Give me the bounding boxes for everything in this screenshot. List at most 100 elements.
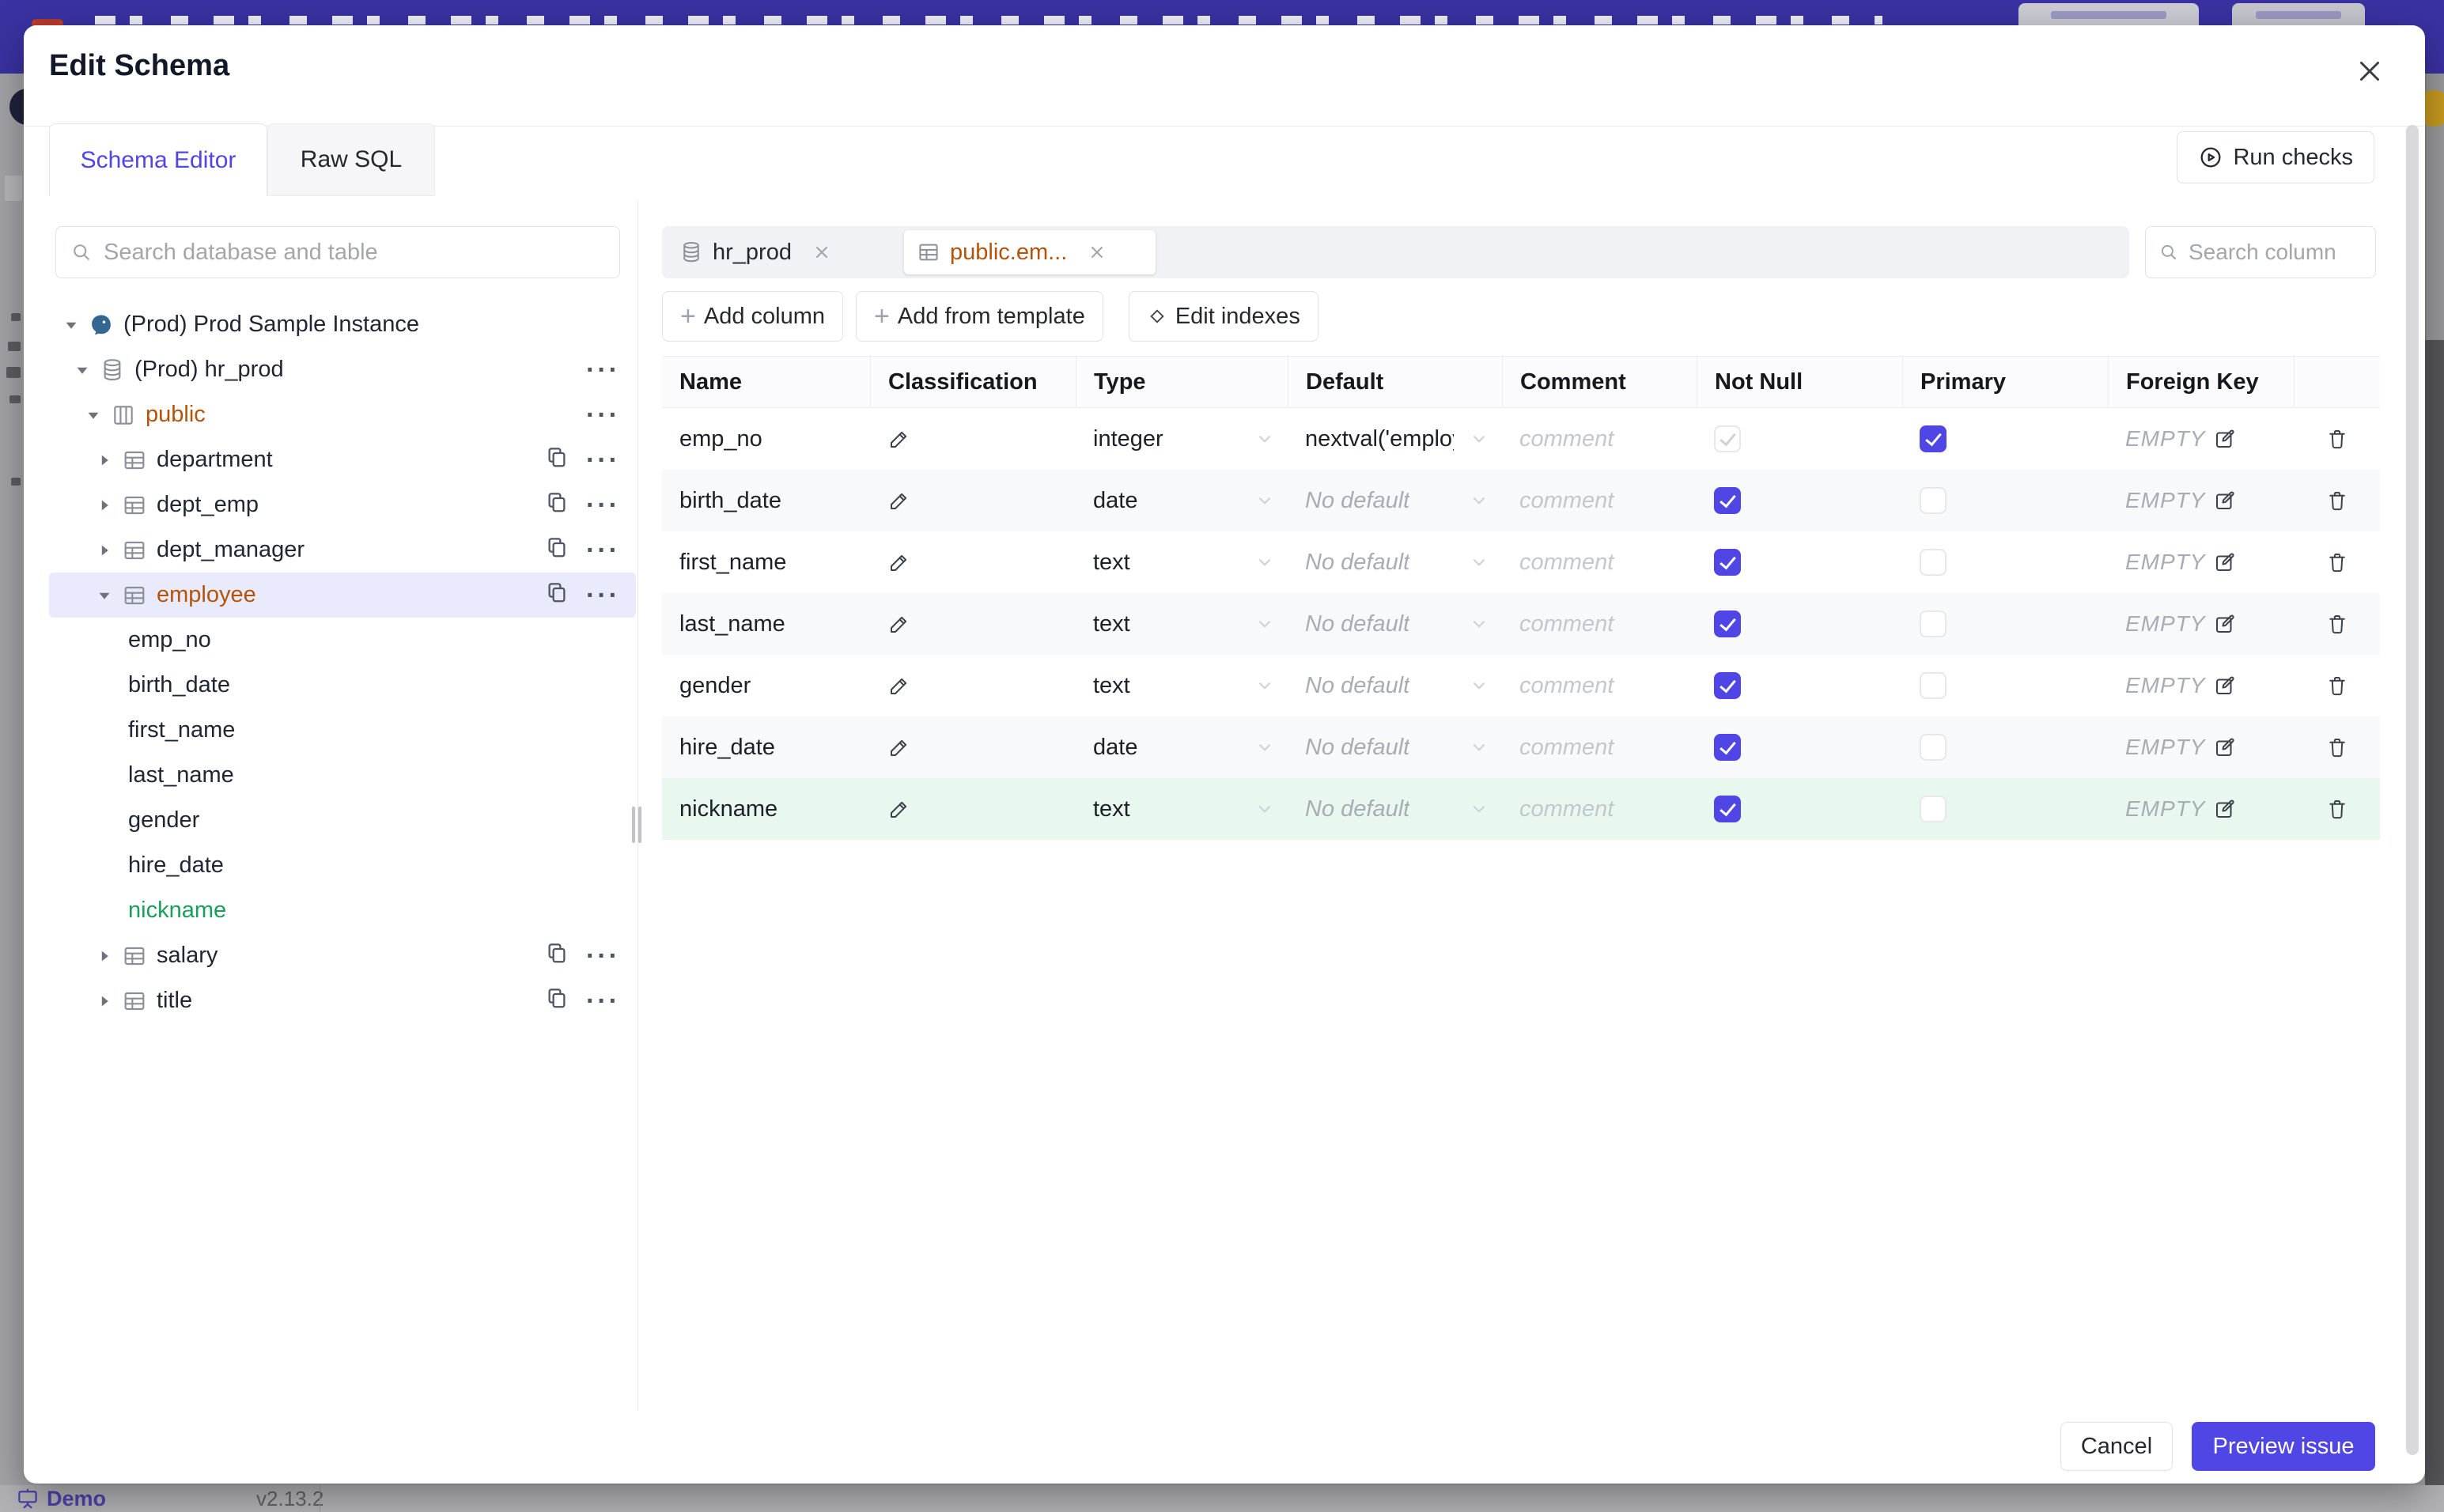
more-icon[interactable]: ··· <box>586 537 620 564</box>
tree-item-column-nickname[interactable]: nickname <box>49 888 636 933</box>
demo-link[interactable]: Demo <box>47 1487 106 1511</box>
tree-item-column[interactable]: gender <box>49 798 636 843</box>
tree-item-schema[interactable]: public ··· <box>49 392 636 437</box>
delete-column-icon[interactable] <box>2325 797 2349 821</box>
tree-item-column[interactable]: birth_date <box>49 663 636 708</box>
delete-column-icon[interactable] <box>2325 550 2349 574</box>
more-icon[interactable]: ··· <box>586 447 620 474</box>
caret-down-icon[interactable] <box>76 364 89 376</box>
not-null-checkbox[interactable] <box>1714 549 1741 576</box>
copy-icon[interactable] <box>545 490 569 520</box>
type-select[interactable]: text <box>1076 778 1288 840</box>
database-search[interactable] <box>55 226 620 278</box>
close-icon[interactable] <box>2352 54 2387 89</box>
classification-edit-icon[interactable] <box>887 427 911 451</box>
edit-foreign-key-icon[interactable] <box>2205 735 2237 759</box>
edit-indexes-button[interactable]: Edit indexes <box>1128 291 1318 342</box>
not-null-checkbox[interactable] <box>1714 425 1741 452</box>
tree-item-column[interactable]: hire_date <box>49 843 636 888</box>
not-null-checkbox[interactable] <box>1714 796 1741 822</box>
not-null-checkbox[interactable] <box>1714 672 1741 699</box>
primary-checkbox[interactable] <box>1920 734 1946 761</box>
classification-edit-icon[interactable] <box>887 735 911 759</box>
caret-right-icon[interactable] <box>98 950 111 962</box>
primary-checkbox[interactable] <box>1920 549 1946 576</box>
primary-checkbox[interactable] <box>1920 796 1946 822</box>
delete-column-icon[interactable] <box>2325 427 2349 451</box>
caret-right-icon[interactable] <box>98 454 111 467</box>
tab-schema-editor[interactable]: Schema Editor <box>49 123 267 196</box>
more-icon[interactable]: ··· <box>586 943 620 970</box>
comment-input[interactable]: comment <box>1519 735 1614 761</box>
editor-tab-public-employee[interactable]: public.em... <box>904 230 1156 274</box>
more-icon[interactable]: ··· <box>586 402 620 429</box>
copy-icon[interactable] <box>545 445 569 475</box>
edit-foreign-key-icon[interactable] <box>2205 797 2237 821</box>
comment-input[interactable]: comment <box>1519 611 1614 637</box>
default-select[interactable]: No default <box>1288 593 1502 655</box>
classification-edit-icon[interactable] <box>887 550 911 574</box>
edit-foreign-key-icon[interactable] <box>2205 550 2237 574</box>
tree-item-table[interactable]: salary ··· <box>49 933 636 978</box>
preview-issue-button[interactable]: Preview issue <box>2192 1422 2375 1471</box>
column-search-input[interactable] <box>2187 239 2363 266</box>
primary-checkbox[interactable] <box>1920 672 1946 699</box>
more-icon[interactable]: ··· <box>586 582 620 609</box>
default-select[interactable]: No default <box>1288 716 1502 778</box>
type-select[interactable]: text <box>1076 593 1288 655</box>
run-checks-button[interactable]: Run checks <box>2177 131 2374 183</box>
default-select[interactable]: No default <box>1288 778 1502 840</box>
type-select[interactable]: date <box>1076 716 1288 778</box>
edit-foreign-key-icon[interactable] <box>2205 427 2237 451</box>
add-from-template-button[interactable]: + Add from template <box>856 291 1103 342</box>
comment-input[interactable]: comment <box>1519 673 1614 699</box>
more-icon[interactable]: ··· <box>586 988 620 1015</box>
caret-down-icon[interactable] <box>98 589 111 602</box>
tree-item-table-employee[interactable]: employee ··· <box>49 573 636 618</box>
comment-input[interactable]: comment <box>1519 488 1614 514</box>
cancel-button[interactable]: Cancel <box>2060 1422 2173 1471</box>
caret-right-icon[interactable] <box>98 499 111 512</box>
primary-checkbox[interactable] <box>1920 610 1946 637</box>
edit-foreign-key-icon[interactable] <box>2205 674 2237 697</box>
default-select[interactable]: nextval('employ <box>1288 408 1502 470</box>
more-icon[interactable]: ··· <box>586 492 620 519</box>
modal-scrollbar[interactable] <box>2406 125 2419 1455</box>
column-search[interactable] <box>2145 226 2376 278</box>
not-null-checkbox[interactable] <box>1714 610 1741 637</box>
classification-edit-icon[interactable] <box>887 489 911 512</box>
type-select[interactable]: text <box>1076 655 1288 716</box>
classification-edit-icon[interactable] <box>887 612 911 636</box>
primary-checkbox[interactable] <box>1920 487 1946 514</box>
tree-item-column[interactable]: last_name <box>49 753 636 798</box>
tree-item-table[interactable]: dept_manager ··· <box>49 527 636 573</box>
tree-item-table[interactable]: department ··· <box>49 437 636 482</box>
copy-icon[interactable] <box>545 535 569 565</box>
type-select[interactable]: text <box>1076 531 1288 593</box>
primary-checkbox[interactable] <box>1920 425 1946 452</box>
tree-item-column[interactable]: emp_no <box>49 618 636 663</box>
tree-item-database[interactable]: (Prod) hr_prod ··· <box>49 347 636 392</box>
tree-item-table[interactable]: dept_emp ··· <box>49 482 636 527</box>
copy-icon[interactable] <box>545 580 569 610</box>
database-search-input[interactable] <box>102 238 605 266</box>
delete-column-icon[interactable] <box>2325 735 2349 759</box>
caret-right-icon[interactable] <box>98 995 111 1007</box>
default-select[interactable]: No default <box>1288 655 1502 716</box>
close-tab-icon[interactable] <box>1088 243 1107 262</box>
not-null-checkbox[interactable] <box>1714 734 1741 761</box>
tree-item-instance[interactable]: (Prod) Prod Sample Instance <box>49 302 636 347</box>
copy-icon[interactable] <box>545 941 569 971</box>
default-select[interactable]: No default <box>1288 470 1502 531</box>
panel-resize-handle[interactable] <box>632 807 644 843</box>
close-tab-icon[interactable] <box>812 243 831 262</box>
tree-item-table[interactable]: title ··· <box>49 978 636 1023</box>
comment-input[interactable]: comment <box>1519 426 1614 452</box>
default-select[interactable]: No default <box>1288 531 1502 593</box>
tree-item-column[interactable]: first_name <box>49 708 636 753</box>
copy-icon[interactable] <box>545 986 569 1016</box>
caret-right-icon[interactable] <box>98 544 111 557</box>
comment-input[interactable]: comment <box>1519 796 1614 822</box>
comment-input[interactable]: comment <box>1519 550 1614 576</box>
not-null-checkbox[interactable] <box>1714 487 1741 514</box>
